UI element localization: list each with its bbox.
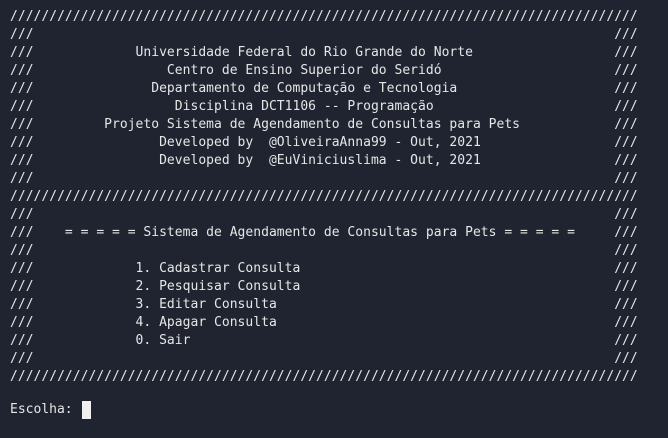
text-cursor[interactable]: [82, 401, 92, 419]
header-project: /// Projeto Sistema de Agendamento de Co…: [10, 117, 638, 132]
border-line-blank: /// ///: [10, 27, 638, 42]
header-department: /// Departamento de Computação e Tecnolo…: [10, 81, 638, 96]
input-prompt-row[interactable]: Escolha:: [10, 401, 92, 419]
prompt-label: Escolha:: [10, 402, 81, 417]
menu-option-sair: /// 0. Sair ///: [10, 333, 638, 348]
header-discipline: /// Disciplina DCT1106 -- Programação //…: [10, 99, 638, 114]
menu-option-pesquisar: /// 2. Pesquisar Consulta ///: [10, 279, 638, 294]
menu-option-cadastrar: /// 1. Cadastrar Consulta ///: [10, 261, 638, 276]
header-university: /// Universidade Federal do Rio Grande d…: [10, 45, 638, 60]
border-line-blank: /// ///: [10, 243, 638, 258]
border-line-blank: /// ///: [10, 351, 638, 366]
menu-option-editar: /// 3. Editar Consulta ///: [10, 297, 638, 312]
menu-title: /// = = = = = Sistema de Agendamento de …: [10, 225, 638, 240]
border-line-separator: ////////////////////////////////////////…: [10, 189, 638, 204]
border-line-top: ////////////////////////////////////////…: [10, 9, 638, 24]
terminal-window: ////////////////////////////////////////…: [0, 0, 668, 438]
header-center: /// Centro de Ensino Superior do Seridó …: [10, 63, 638, 78]
menu-option-apagar: /// 4. Apagar Consulta ///: [10, 315, 638, 330]
terminal-output: ////////////////////////////////////////…: [10, 8, 668, 386]
header-developer-2: /// Developed by @EuViniciuslima - Out, …: [10, 153, 638, 168]
border-line-blank: /// ///: [10, 207, 638, 222]
border-line-blank: /// ///: [10, 171, 638, 186]
border-line-bottom: ////////////////////////////////////////…: [10, 369, 638, 384]
header-developer-1: /// Developed by @OliveiraAnna99 - Out, …: [10, 135, 638, 150]
